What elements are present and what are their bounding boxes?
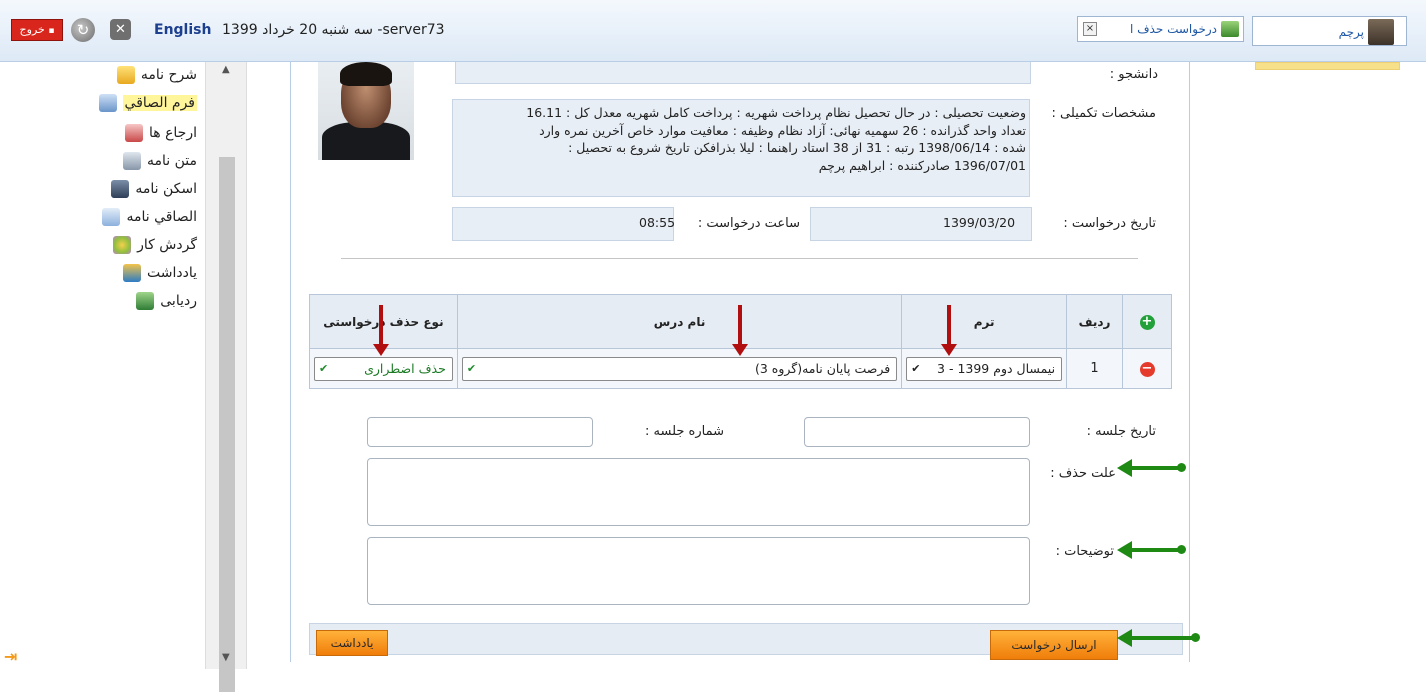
right-panel-tab[interactable] (1255, 62, 1400, 70)
envelope-icon (116, 66, 135, 84)
divider (341, 258, 1138, 259)
row-number: 1 (1066, 348, 1124, 389)
session-date-label: تاریخ جلسه : (1086, 424, 1156, 439)
note-icon (123, 264, 141, 282)
sidebar-item-label: گردش کار (137, 237, 197, 253)
student-field (455, 62, 1031, 84)
language-link[interactable]: English (154, 22, 211, 38)
annotation-arrow (1117, 459, 1186, 477)
sidebar-item-note[interactable]: يادداشت (123, 262, 197, 284)
sidebar-item-scan[interactable]: اسکن نامه (111, 178, 197, 200)
sidebar-item-label: الصاقي نامه (126, 209, 197, 225)
sidebar-item-letter-text[interactable]: متن نامه (123, 150, 197, 172)
annotation-arrow (941, 305, 957, 356)
sidebar-item-label: ردیابی (160, 293, 197, 309)
col-type: نوع حذف درخواستی (309, 294, 458, 349)
student-photo (318, 62, 414, 160)
track-icon (136, 292, 155, 310)
collapse-arrow-icon[interactable]: ⇥ (4, 647, 18, 666)
sidebar-item-label: شرح نامه (140, 67, 197, 83)
col-row: ردیف (1066, 294, 1124, 349)
tab-label: درخواست حذف ا (1129, 22, 1217, 36)
sidebar-item-workflow[interactable]: گردش کار (113, 234, 197, 256)
close-icon[interactable]: ✕ (110, 19, 131, 40)
course-select[interactable]: فرصت پایان نامه(گروه 3) ✔ (461, 356, 898, 381)
annotation-arrow (373, 305, 389, 356)
chevron-down-icon: ✔ (466, 361, 477, 375)
scroll-thumb[interactable] (219, 157, 235, 692)
text-icon (123, 152, 141, 170)
details-line: تعداد واحد گذرانده : 26 سهمیه نهائی: آزا… (539, 122, 1026, 138)
avatar (1368, 19, 1394, 45)
user-box[interactable]: پرچم (1252, 16, 1407, 46)
sidebar-item-description[interactable]: شرح نامه (116, 64, 197, 86)
delete-reason-textarea[interactable] (367, 458, 1030, 526)
lock-icon: ▪ (48, 26, 55, 36)
details-label: مشخصات تکمیلی : (1051, 106, 1156, 121)
refresh-icon[interactable]: ↻ (71, 18, 95, 42)
sidebar-item-label: ارجاع ها (148, 125, 197, 141)
tab-close-icon[interactable]: × (1083, 22, 1097, 36)
note-button[interactable]: یادداشت (316, 630, 388, 656)
sidebar-item-tracking[interactable]: ردیابی (136, 290, 197, 312)
top-bar: خروج ▪ ↻ ✕ English سه شنبه 20 خرداد 1399… (0, 0, 1426, 62)
request-date-field: 1399/03/20 (810, 207, 1032, 241)
term-select[interactable]: نیمسال دوم 1399 - 3 ✔ (906, 356, 1063, 381)
session-date-input[interactable] (804, 417, 1030, 447)
scroll-down-icon[interactable]: ▼ (222, 652, 230, 663)
scrollbar[interactable]: ▲ ▼ (205, 62, 247, 692)
sidebar-item-attach[interactable]: الصاقي نامه (102, 206, 197, 228)
sidebar-item-referrals[interactable]: ارجاع ها (124, 122, 197, 144)
col-term: ترم (901, 294, 1068, 349)
session-number-input[interactable] (367, 417, 593, 447)
scan-icon (111, 180, 130, 198)
details-text: وضعیت تحصیلی : در حال تحصیل نظام پرداخت … (462, 104, 1026, 174)
add-cell: + (1122, 294, 1172, 349)
chevron-down-icon: ✔ (911, 361, 921, 375)
annotation-arrow (1117, 541, 1186, 559)
description-textarea[interactable] (367, 537, 1030, 605)
col-course: نام درس (456, 294, 903, 349)
request-date-label: تاریخ درخواست : (1063, 216, 1156, 231)
delete-type-select[interactable]: حذف اضطراری ✔ (314, 356, 453, 381)
refer-icon (124, 124, 143, 142)
session-number-label: شماره جلسه : (644, 424, 724, 439)
server-date: سه شنبه 20 خرداد 1399 -server73 (222, 22, 445, 38)
details-line: وضعیت تحصیلی : در حال تحصیل نظام پرداخت … (526, 105, 1026, 120)
sidebar-item-label: يادداشت (147, 265, 197, 281)
chevron-down-icon: ✔ (319, 361, 329, 375)
attach-icon (102, 208, 121, 226)
delete-reason-label: علت حذف : (1050, 466, 1116, 481)
workflow-icon (113, 236, 132, 254)
request-time-label: ساعت درخواست : (697, 216, 800, 231)
send-request-button[interactable]: ارسال درخواست (990, 630, 1118, 660)
sidebar-item-label: متن نامه (147, 153, 197, 169)
add-row-icon[interactable]: + (1139, 314, 1155, 330)
sidebar-item-form[interactable]: فرم الصاقي (98, 92, 197, 114)
sidebar-item-label: فرم الصاقي (122, 95, 197, 111)
request-time-value: 08:55 (639, 215, 676, 230)
open-tab[interactable]: × درخواست حذف ا (1077, 16, 1244, 42)
student-label: دانشجو : (1109, 67, 1158, 82)
course-value: فرصت پایان نامه(گروه 3) (754, 360, 891, 376)
annotation-arrow (1117, 629, 1200, 647)
request-date-value: 1399/03/20 (943, 215, 1016, 230)
annotation-arrow (732, 305, 748, 356)
remove-row-icon[interactable]: − (1139, 361, 1155, 377)
form-icon (98, 94, 117, 112)
user-name: پرچم (1338, 25, 1364, 39)
request-time-field: 08:55 (452, 207, 676, 241)
exit-button[interactable]: خروج ▪ (11, 19, 63, 41)
sidebar-item-label: اسکن نامه (135, 181, 197, 197)
details-line: 1396/07/01 صادرکننده : ابراهیم پرچم (818, 157, 1026, 173)
delete-type-value: حذف اضطراری (364, 360, 446, 376)
details-line: شده : 1398/06/14 رتبه : 31 از 38 استاد ر… (568, 140, 1026, 155)
book-icon (1221, 21, 1239, 37)
sidebar: شرح نامه فرم الصاقي ارجاع ها متن نامه اس… (0, 62, 205, 669)
term-value: نیمسال دوم 1399 - 3 (937, 360, 1056, 376)
description-label: توضیحات : (1055, 544, 1114, 559)
scroll-up-icon[interactable]: ▲ (222, 64, 230, 75)
